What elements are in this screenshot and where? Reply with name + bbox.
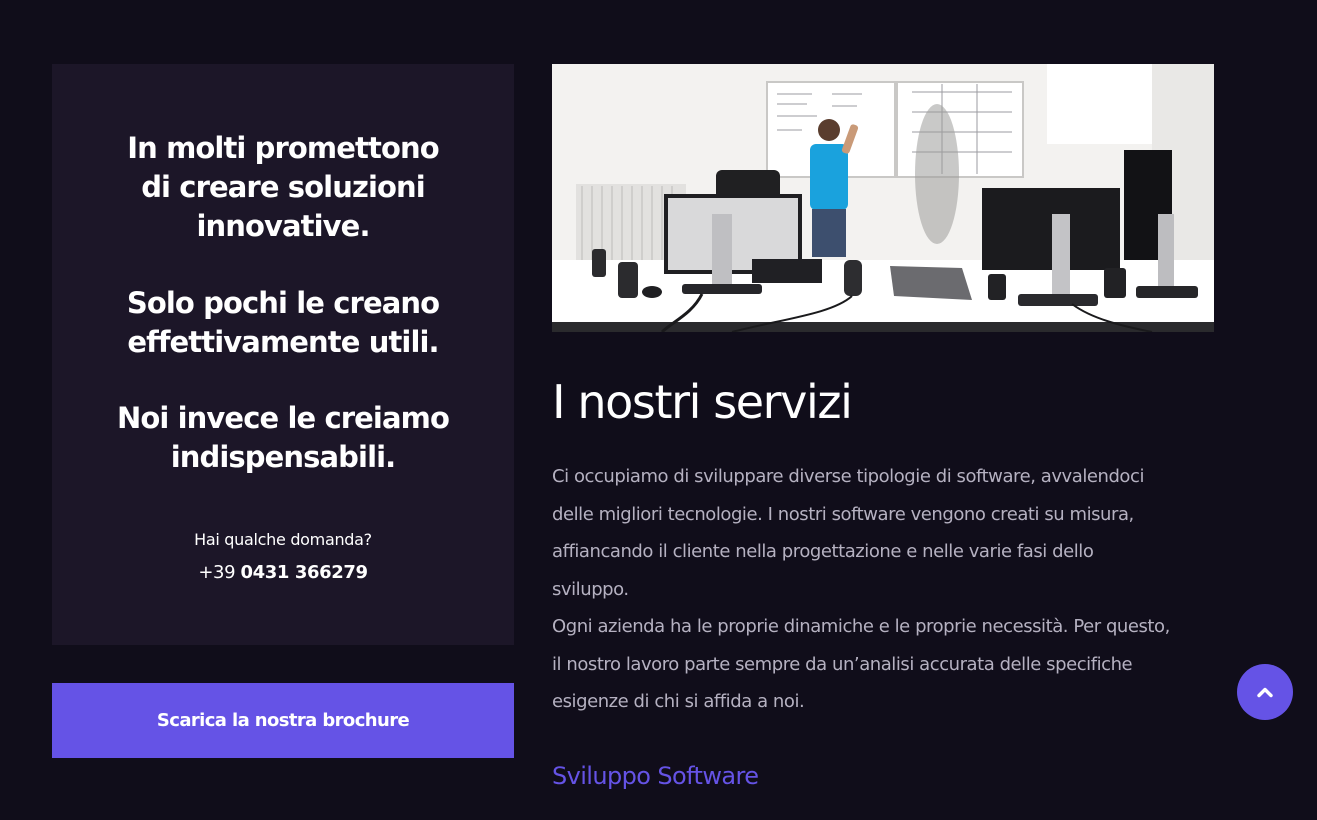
contact-phone[interactable]: +39 0431 366279 xyxy=(52,560,514,586)
tagline-indispensable: Noi invece le creiamo indispensabili. xyxy=(52,399,514,477)
paragraph-line: Ci occupiamo di sviluppare diverse tipol… xyxy=(552,466,1144,487)
phone-prefix: +39 xyxy=(198,562,236,583)
paragraph-line: Ogni azienda ha le proprie dinamiche e l… xyxy=(552,616,1170,637)
tagline-line: innovative. xyxy=(196,209,370,243)
services-heading: I nostri servizi xyxy=(552,375,853,429)
services-description: Ci occupiamo di sviluppare diverse tipol… xyxy=(552,458,1220,721)
office-photo xyxy=(552,64,1214,332)
tagline-line: di creare soluzioni xyxy=(141,170,425,204)
software-development-heading[interactable]: Sviluppo Software xyxy=(552,758,759,794)
tagline-panel: In molti promettono di creare soluzioni … xyxy=(52,64,514,645)
tagline-line: effettivamente utili. xyxy=(127,325,439,359)
paragraph-line: sviluppo. xyxy=(552,578,629,600)
scroll-to-top-button[interactable] xyxy=(1237,664,1293,720)
tagline-line: In molti promettono xyxy=(127,131,439,165)
contact-question: Hai qualche domanda? xyxy=(194,530,372,549)
tagline-line: Solo pochi le creano xyxy=(126,286,440,320)
download-brochure-button[interactable]: Scarica la nostra brochure xyxy=(52,683,514,758)
paragraph-line: affiancando il cliente nella progettazio… xyxy=(552,541,1094,562)
paragraph-line: il nostro lavoro parte sempre da un’anal… xyxy=(552,653,1133,675)
tagline-line: indispensabili. xyxy=(170,440,396,474)
chevron-up-icon xyxy=(1257,687,1273,698)
paragraph-line: esigenze di chi si affida a noi. xyxy=(552,691,805,712)
tagline-useful: Solo pochi le creano effettivamente util… xyxy=(52,284,514,362)
tagline-line: Noi invece le creiamo xyxy=(117,401,450,435)
phone-number: 0431 366279 xyxy=(240,562,369,583)
paragraph-line: delle migliori tecnologie. I nostri soft… xyxy=(552,503,1134,525)
tagline-promise: In molti promettono di creare soluzioni … xyxy=(52,129,514,246)
